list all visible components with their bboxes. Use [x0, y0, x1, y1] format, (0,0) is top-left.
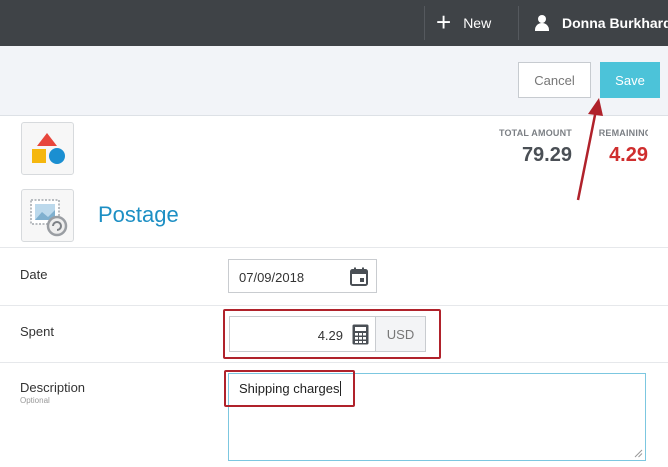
annotation-arrow-icon — [576, 98, 603, 201]
